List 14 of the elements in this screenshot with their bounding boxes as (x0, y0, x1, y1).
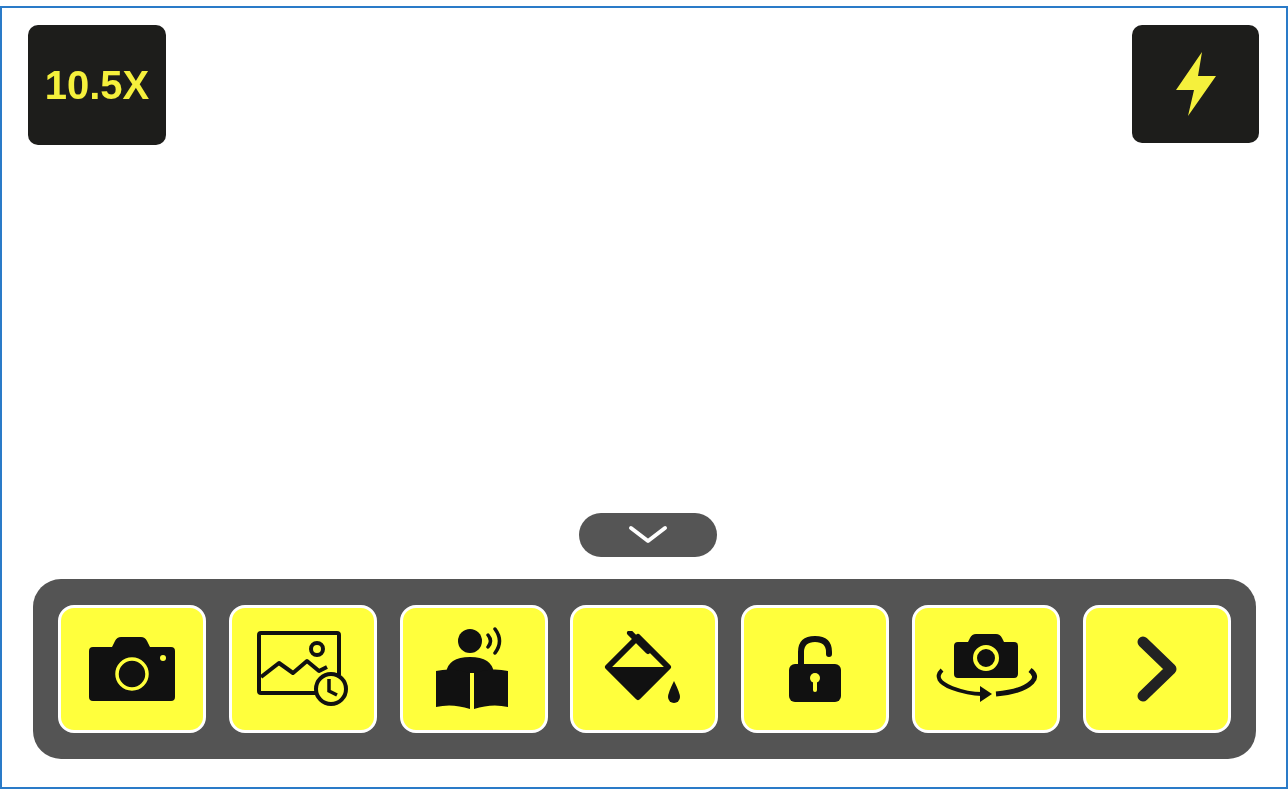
chevron-down-icon (627, 525, 668, 545)
gallery-button[interactable] (228, 605, 377, 733)
zoom-button[interactable]: 10.5X (28, 25, 166, 145)
lock-button[interactable] (741, 605, 890, 733)
flash-button[interactable] (1132, 25, 1259, 143)
fill-button[interactable] (570, 605, 719, 733)
picture-clock-icon (256, 631, 349, 707)
camera-button[interactable] (58, 605, 206, 733)
unlocked-padlock-icon (787, 636, 844, 702)
camera-icon (89, 637, 175, 701)
switch-camera-button[interactable] (912, 605, 1061, 733)
read-aloud-button[interactable] (399, 605, 548, 733)
collapse-button[interactable] (578, 513, 717, 557)
next-button[interactable] (1082, 605, 1231, 733)
